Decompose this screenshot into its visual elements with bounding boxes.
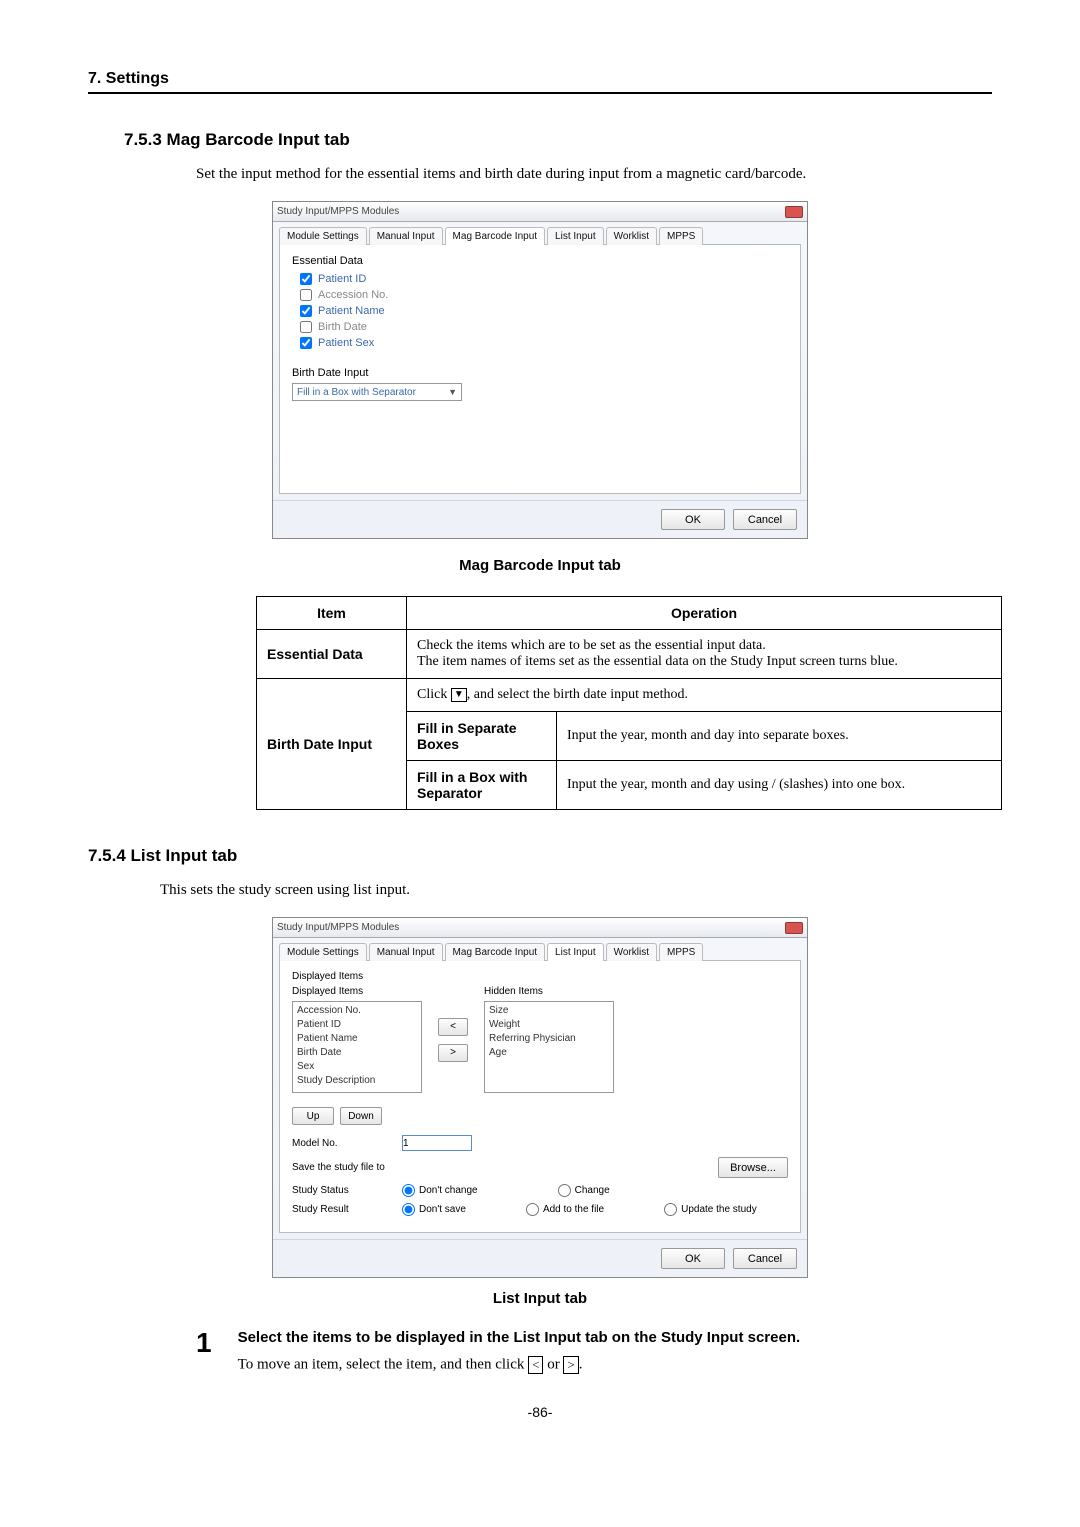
ok-button[interactable]: OK <box>661 1248 725 1269</box>
mag-barcode-dialog: Study Input/MPPS Modules Module Settings… <box>272 201 808 539</box>
list-item[interactable]: Referring Physician <box>487 1032 611 1046</box>
section-754-heading: 7.5.4 List Input tab <box>88 846 992 866</box>
list-item[interactable]: Weight <box>487 1018 611 1032</box>
chevron-down-icon: ▼ <box>448 387 457 397</box>
right-arrow-icon: > <box>563 1356 578 1374</box>
displayed-items-section-label: Displayed Items <box>292 971 788 982</box>
tab-module-settings[interactable]: Module Settings <box>279 943 367 961</box>
figure-caption-1: Mag Barcode Input tab <box>88 557 992 574</box>
close-icon[interactable] <box>785 206 803 218</box>
study-status-label: Study Status <box>292 1185 392 1196</box>
radio-dont-save[interactable]: Don't save <box>402 1203 466 1216</box>
row-essential-data: Essential Data <box>257 630 407 679</box>
list-item[interactable]: Birth Date <box>295 1046 419 1060</box>
tab-manual-input[interactable]: Manual Input <box>369 943 443 961</box>
cancel-button[interactable]: Cancel <box>733 509 797 530</box>
chapter-label: 7. Settings <box>88 70 169 87</box>
essential-data-label: Essential Data <box>292 255 788 267</box>
list-input-dialog: Study Input/MPPS Modules Module Settings… <box>272 917 808 1278</box>
radio-dont-change[interactable]: Don't change <box>402 1184 478 1197</box>
check-birth-date[interactable]: Birth Date <box>300 321 788 333</box>
hidden-items-label: Hidden Items <box>484 986 614 997</box>
page-number: -86- <box>88 1404 992 1420</box>
up-button[interactable]: Up <box>292 1107 334 1125</box>
row-bdi-intro: Click ▼, and select the birth date input… <box>407 679 1002 712</box>
tab-mag-barcode[interactable]: Mag Barcode Input <box>445 943 546 961</box>
birth-date-input-label: Birth Date Input <box>292 367 788 379</box>
tab-mpps[interactable]: MPPS <box>659 227 703 245</box>
radio-update-study[interactable]: Update the study <box>664 1203 757 1216</box>
opt-separate-boxes: Fill in Separate Boxes <box>407 712 557 761</box>
section-754-intro: This sets the study screen using list in… <box>160 882 992 899</box>
tab-worklist[interactable]: Worklist <box>606 943 657 961</box>
check-patient-sex[interactable]: Patient Sex <box>300 337 788 349</box>
ok-button[interactable]: OK <box>661 509 725 530</box>
check-patient-name[interactable]: Patient Name <box>300 305 788 317</box>
down-button[interactable]: Down <box>340 1107 382 1125</box>
tab-mpps[interactable]: MPPS <box>659 943 703 961</box>
model-no-label: Model No. <box>292 1138 392 1149</box>
tab-mag-barcode[interactable]: Mag Barcode Input <box>445 227 546 245</box>
row-birth-date-input: Birth Date Input <box>257 679 407 810</box>
model-no-input[interactable] <box>402 1135 472 1151</box>
browse-button[interactable]: Browse... <box>718 1157 788 1178</box>
displayed-items-list[interactable]: Accession No. Patient ID Patient Name Bi… <box>292 1001 422 1093</box>
radio-change[interactable]: Change <box>558 1184 610 1197</box>
tab-module-settings[interactable]: Module Settings <box>279 227 367 245</box>
opt-box-separator-desc: Input the year, month and day using / (s… <box>557 761 1002 810</box>
check-accession-no[interactable]: Accession No. <box>300 289 788 301</box>
tab-worklist[interactable]: Worklist <box>606 227 657 245</box>
move-left-button[interactable]: < <box>438 1018 468 1036</box>
close-icon[interactable] <box>785 922 803 934</box>
list-item[interactable]: Patient Name <box>295 1032 419 1046</box>
mag-barcode-table: Item Operation Essential Data Check the … <box>256 596 1002 810</box>
opt-box-separator: Fill in a Box with Separator <box>407 761 557 810</box>
list-item[interactable]: Patient ID <box>295 1018 419 1032</box>
list-item[interactable]: Size <box>487 1004 611 1018</box>
check-patient-id[interactable]: Patient ID <box>300 273 788 285</box>
left-arrow-icon: < <box>528 1356 543 1374</box>
dropdown-arrow-icon: ▼ <box>451 688 467 702</box>
step-title: Select the items to be displayed in the … <box>238 1329 992 1346</box>
radio-add-file[interactable]: Add to the file <box>526 1203 604 1216</box>
opt-separate-boxes-desc: Input the year, month and day into separ… <box>557 712 1002 761</box>
dialog-title-2: Study Input/MPPS Modules <box>277 922 399 933</box>
displayed-items-label: Displayed Items <box>292 986 422 997</box>
list-item[interactable]: Accession No. <box>295 1004 419 1018</box>
move-right-button[interactable]: > <box>438 1044 468 1062</box>
hidden-items-list[interactable]: Size Weight Referring Physician Age <box>484 1001 614 1093</box>
tab-manual-input[interactable]: Manual Input <box>369 227 443 245</box>
save-file-label: Save the study file to <box>292 1162 392 1173</box>
col-operation: Operation <box>407 597 1002 630</box>
list-item[interactable]: Sex <box>295 1060 419 1074</box>
row-essential-desc: Check the items which are to be set as t… <box>407 630 1002 679</box>
birth-date-input-dropdown[interactable]: Fill in a Box with Separator ▼ <box>292 383 462 401</box>
step-body: To move an item, select the item, and th… <box>238 1356 992 1374</box>
study-result-label: Study Result <box>292 1204 392 1215</box>
cancel-button[interactable]: Cancel <box>733 1248 797 1269</box>
step-number: 1 <box>196 1329 212 1357</box>
list-item[interactable]: Study Description <box>295 1074 419 1088</box>
col-item: Item <box>257 597 407 630</box>
section-753-intro: Set the input method for the essential i… <box>196 166 992 183</box>
tab-list-input[interactable]: List Input <box>547 227 604 245</box>
list-item[interactable]: Age <box>487 1046 611 1060</box>
tab-list-input[interactable]: List Input <box>547 943 604 961</box>
figure-caption-2: List Input tab <box>88 1290 992 1307</box>
dialog-title: Study Input/MPPS Modules <box>277 206 399 217</box>
section-753-heading: 7.5.3 Mag Barcode Input tab <box>124 130 992 150</box>
